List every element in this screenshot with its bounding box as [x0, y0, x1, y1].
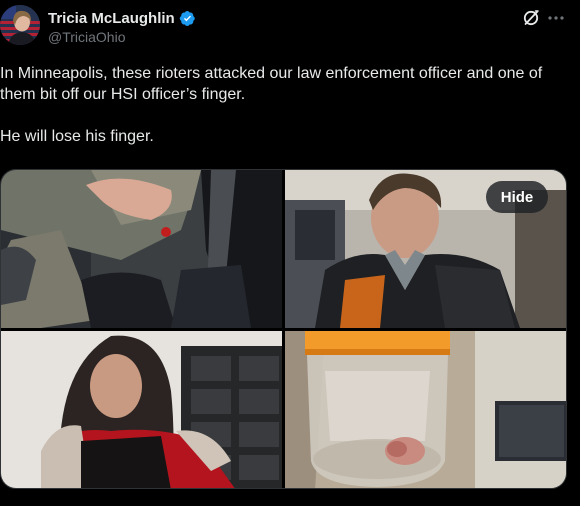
author-avatar[interactable]	[0, 5, 40, 45]
hide-media-button[interactable]: Hide	[486, 181, 548, 213]
more-dots-icon[interactable]	[546, 8, 566, 28]
tweet: Tricia McLaughlin @TriciaOhio In Minneap…	[0, 0, 580, 506]
verified-badge-icon	[179, 10, 196, 27]
grok-slash-circle-icon[interactable]	[521, 8, 541, 28]
media-photo-1[interactable]	[1, 170, 282, 328]
media-photo-4[interactable]	[285, 331, 566, 488]
tweet-text-paragraph-2: He will lose his finger.	[0, 128, 154, 145]
tweet-text-paragraph-1: In Minneapolis, these rioters attacked o…	[0, 65, 543, 103]
media-grid	[0, 169, 567, 489]
media-photo-3[interactable]	[1, 331, 282, 488]
author-name-row[interactable]: Tricia McLaughlin	[48, 8, 196, 28]
author-handle[interactable]: @TriciaOhio	[48, 29, 126, 45]
tweet-text: In Minneapolis, these rioters attacked o…	[0, 63, 566, 147]
author-display-name[interactable]: Tricia McLaughlin	[48, 10, 175, 27]
